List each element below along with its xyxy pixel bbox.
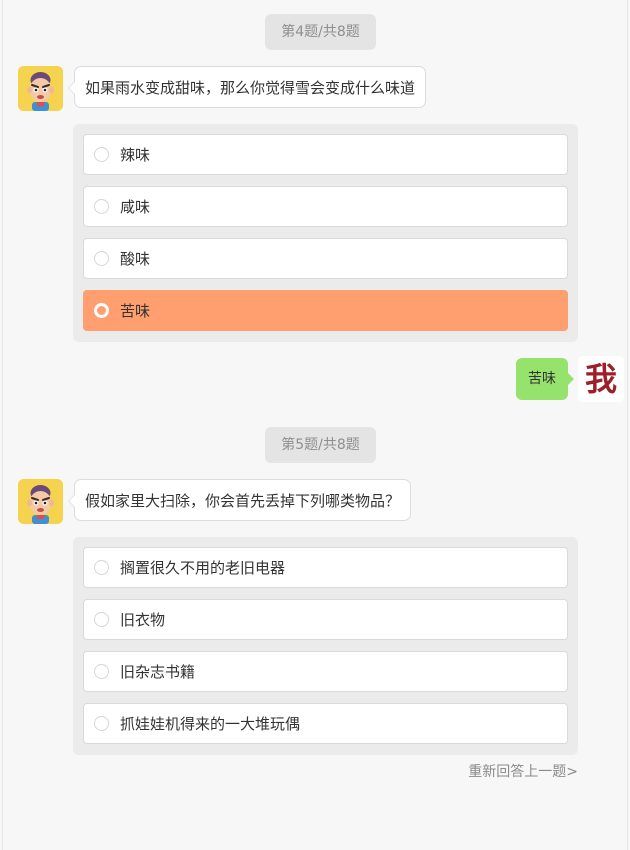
option-label: 苦味 (120, 302, 151, 320)
option-label: 酸味 (120, 250, 151, 268)
bot-avatar (18, 479, 63, 524)
option-label: 抓娃娃机得来的一大堆玩偶 (120, 715, 301, 733)
radio-icon[interactable] (94, 612, 109, 627)
option-q5-1[interactable]: 搁置很久不用的老旧电器 (83, 547, 568, 588)
option-q4-1[interactable]: 辣味 (83, 134, 568, 175)
option-q4-4-selected[interactable]: 苦味 (83, 290, 568, 331)
options-card-q4: 辣味 咸味 酸味 苦味 (73, 124, 578, 342)
option-label: 辣味 (120, 146, 151, 164)
redo-previous-link[interactable]: 重新回答上一题> (468, 761, 578, 781)
option-label: 咸味 (120, 198, 151, 216)
progress-badge-q4: 第4题/共8题 (265, 14, 376, 50)
progress-badge-q5: 第5题/共8题 (265, 427, 376, 463)
radio-icon[interactable] (94, 199, 109, 214)
radio-icon[interactable] (94, 251, 109, 266)
option-label: 旧杂志书籍 (120, 663, 196, 681)
option-q4-2[interactable]: 咸味 (83, 186, 568, 227)
radio-icon[interactable] (94, 560, 109, 575)
radio-icon[interactable] (94, 664, 109, 679)
question-bubble-q5: 假如家里大扫除，你会首先丢掉下列哪类物品？ (67, 479, 412, 521)
option-q5-2[interactable]: 旧衣物 (83, 599, 568, 640)
options-card-q5: 搁置很久不用的老旧电器 旧衣物 旧杂志书籍 抓娃娃机得来的一大堆玩偶 (73, 537, 578, 755)
cartoon-boy-avatar-icon (18, 66, 63, 111)
user-answer-bubble: 苦味 (516, 358, 574, 400)
option-q4-3[interactable]: 酸味 (83, 238, 568, 279)
me-badge-icon: 我 (578, 356, 624, 402)
radio-checked-icon[interactable] (94, 303, 109, 318)
question-bubble-q4: 如果雨水变成甜味，那么你觉得雪会变成什么味道 (67, 66, 427, 108)
radio-icon[interactable] (94, 716, 109, 731)
option-label: 搁置很久不用的老旧电器 (120, 559, 286, 577)
radio-icon[interactable] (94, 147, 109, 162)
cartoon-boy-avatar-icon (18, 479, 63, 524)
bot-avatar (18, 66, 63, 111)
option-q5-3[interactable]: 旧杂志书籍 (83, 651, 568, 692)
option-label: 旧衣物 (120, 611, 166, 629)
option-q5-4[interactable]: 抓娃娃机得来的一大堆玩偶 (83, 703, 568, 744)
